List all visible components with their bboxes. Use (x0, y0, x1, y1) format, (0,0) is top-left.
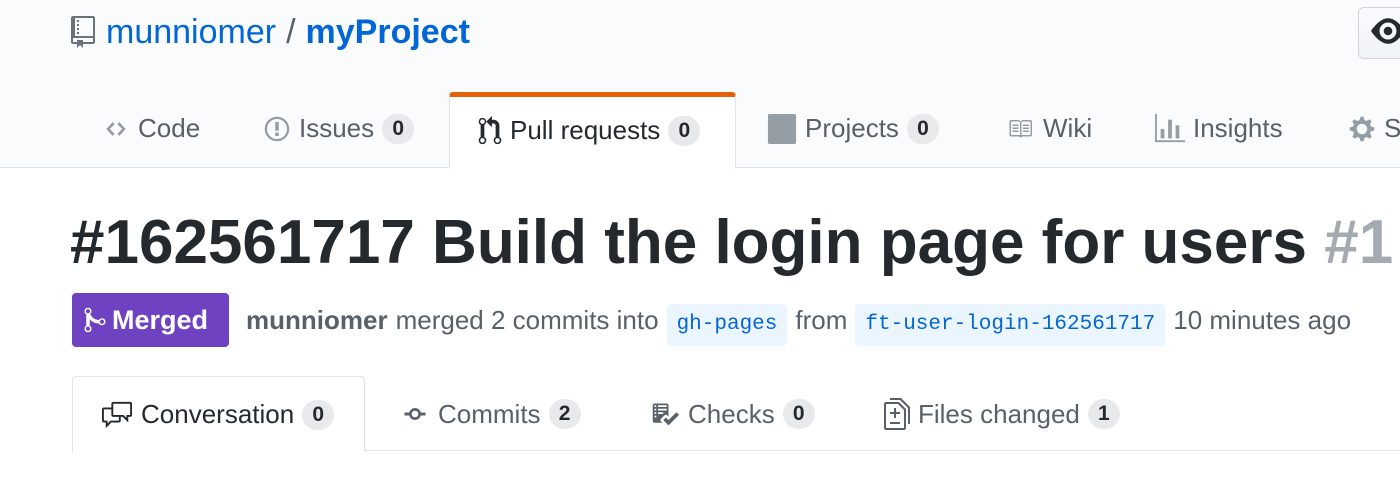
nav-pull-requests-label: Pull requests (510, 115, 661, 145)
tab-files-changed-label: Files changed (918, 398, 1080, 429)
watch-button[interactable] (1358, 7, 1400, 59)
graph-icon (1155, 113, 1185, 144)
projects-counter: 0 (906, 113, 939, 144)
pull-requests-counter: 0 (668, 115, 701, 146)
tab-checks-label: Checks (688, 398, 775, 429)
gear-icon (1348, 115, 1376, 143)
book-icon (1005, 117, 1035, 141)
nav-insights-label: Insights (1193, 113, 1283, 143)
checklist-icon (650, 400, 680, 428)
pr-tabnav: Conversation 0 Commits 2 Checks 0 Files … (0, 376, 1400, 452)
pr-author-link[interactable]: munniomer (246, 305, 388, 336)
nav-pull-requests[interactable]: Pull requests 0 (449, 92, 736, 169)
tab-commits[interactable]: Commits 2 (400, 376, 581, 452)
nav-issues[interactable]: Issues 0 (263, 92, 415, 169)
diff-icon (884, 398, 910, 430)
pr-title-text: #162561717 Build the login page for user… (70, 208, 1308, 277)
nav-wiki-label: Wiki (1043, 113, 1093, 143)
project-icon (767, 113, 797, 144)
tab-conversation-label: Conversation (141, 399, 295, 429)
conversation-counter: 0 (302, 399, 335, 430)
nav-settings[interactable]: S (1348, 92, 1400, 169)
tab-commits-label: Commits (438, 398, 541, 429)
git-commit-icon (400, 402, 430, 426)
base-branch[interactable]: gh-pages (666, 304, 788, 346)
repo-header: munniomer / myProject Code Issues 0 Pull (0, 0, 1400, 169)
repo-nav: Code Issues 0 Pull requests 0 Projects 0 (0, 92, 1400, 169)
git-merge-icon (84, 306, 106, 334)
checks-counter: 0 (782, 399, 815, 429)
commits-counter: 2 (548, 399, 581, 429)
issue-icon (263, 115, 291, 143)
eye-icon (1371, 17, 1400, 49)
issues-counter: 0 (382, 113, 415, 144)
pr-time: 10 minutes ago (1173, 304, 1352, 335)
nav-code-label: Code (138, 113, 201, 143)
repo-title: munniomer / myProject (70, 12, 470, 52)
tab-checks[interactable]: Checks 0 (650, 376, 815, 452)
pull-request-icon (478, 115, 502, 146)
nav-wiki[interactable]: Wiki (1005, 92, 1092, 169)
repo-icon (70, 16, 96, 48)
nav-projects[interactable]: Projects 0 (767, 92, 939, 169)
code-icon (102, 118, 130, 140)
merged-status-label: Merged (112, 304, 209, 335)
nav-projects-label: Projects (805, 113, 899, 143)
tab-files-changed[interactable]: Files changed 1 (884, 376, 1120, 452)
pr-action-text: merged 2 commits into (395, 304, 659, 335)
merged-status-badge: Merged (72, 293, 229, 347)
files-changed-counter: 1 (1087, 399, 1120, 429)
pr-title: #162561717 Build the login page for user… (70, 206, 1393, 280)
pr-meta: munniomer merged 2 commits into gh-pages… (246, 296, 1359, 346)
repo-owner-link[interactable]: munniomer (106, 13, 276, 52)
nav-code[interactable]: Code (102, 92, 200, 169)
tab-conversation[interactable]: Conversation 0 (72, 376, 365, 452)
head-branch[interactable]: ft-user-login-162561717 (855, 304, 1166, 346)
nav-issues-label: Issues (299, 113, 375, 143)
repo-name-link[interactable]: myProject (306, 13, 470, 52)
comment-discussion-icon (101, 400, 133, 430)
pr-from-text: from (795, 304, 848, 335)
pr-number: #1 (1324, 208, 1394, 277)
nav-settings-label: S (1384, 113, 1400, 143)
nav-insights[interactable]: Insights (1155, 92, 1283, 169)
repo-separator: / (286, 12, 296, 51)
